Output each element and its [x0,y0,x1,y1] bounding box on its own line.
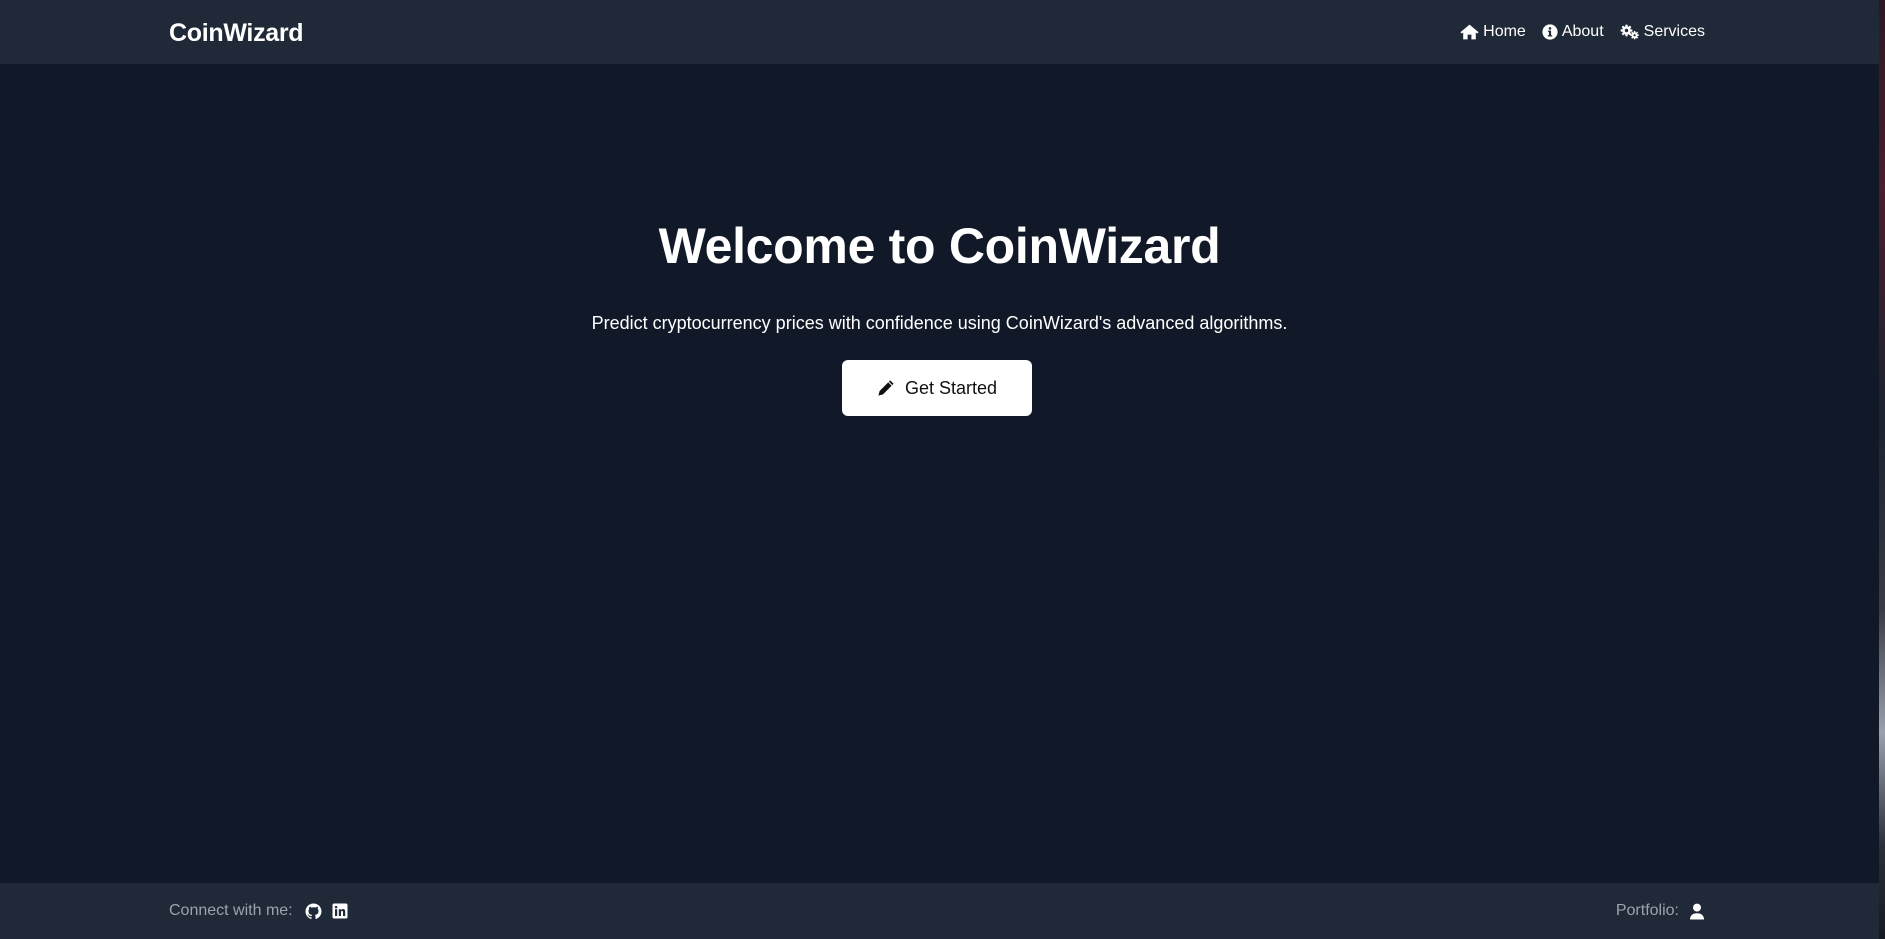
navbar: CoinWizard Home About Services [0,0,1879,64]
nav-item-label: Home [1483,23,1526,40]
footer: Connect with me: Portfolio: [0,883,1879,939]
footer-connect: Connect with me: [169,901,348,921]
home-icon [1460,24,1479,40]
footer-portfolio: Portfolio: [1616,901,1705,921]
page: CoinWizard Home About Services Welcome t… [0,0,1885,939]
window-edge [1879,0,1885,939]
nav-item-label: Services [1643,23,1705,40]
get-started-label: Get Started [904,377,998,398]
brand-logo[interactable]: CoinWizard [169,18,304,48]
hero-subtitle: Predict cryptocurrency prices with confi… [591,313,1288,333]
github-icon[interactable] [305,903,322,920]
get-started-button[interactable]: Get Started [842,360,1032,416]
app-root: CoinWizard Home About Services Welcome t… [0,0,1879,939]
pencil-icon [877,379,895,397]
nav-item-services[interactable]: Services [1620,22,1705,42]
user-icon[interactable] [1689,903,1705,920]
nav-item-about[interactable]: About [1542,22,1604,42]
gears-icon [1620,24,1640,40]
nav-menu: Home About Services [1460,20,1705,44]
info-icon [1542,24,1558,40]
connect-label: Connect with me: [169,902,293,919]
social-links [305,903,348,920]
nav-item-label: About [1561,23,1604,40]
linkedin-icon[interactable] [332,903,348,919]
hero-title: Welcome to CoinWizard [658,218,1221,274]
nav-item-home[interactable]: Home [1460,22,1526,42]
portfolio-label: Portfolio: [1615,902,1679,919]
